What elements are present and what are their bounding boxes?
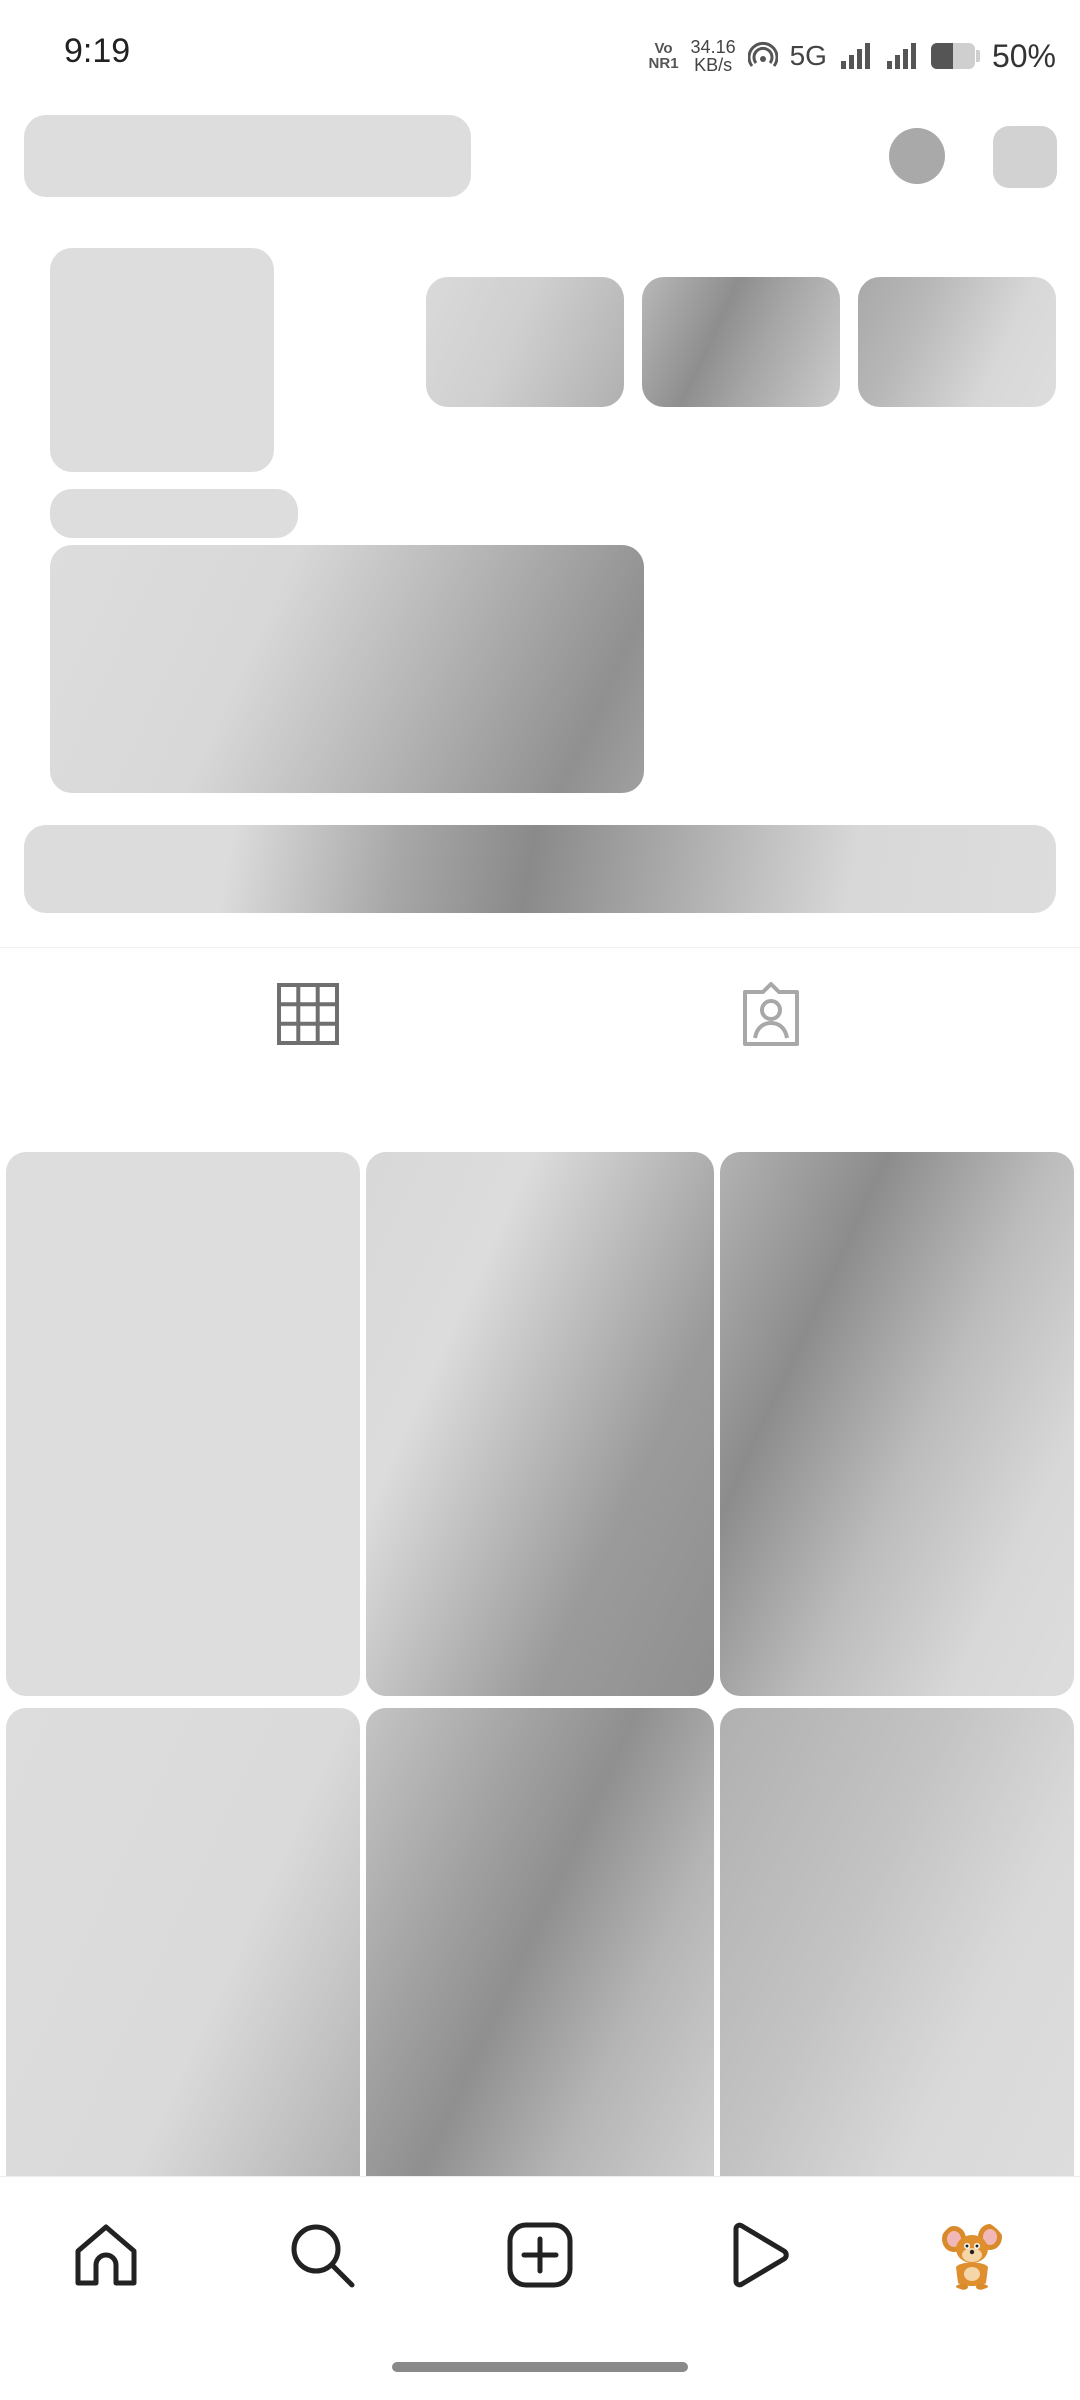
post-tile-placeholder[interactable] xyxy=(720,1708,1074,2178)
home-icon xyxy=(75,2224,137,2286)
search-icon xyxy=(291,2224,355,2288)
nav-reels[interactable] xyxy=(718,2215,798,2295)
battery-icon xyxy=(930,43,980,69)
edit-profile-button-placeholder[interactable] xyxy=(24,825,1056,913)
status-bar: 9:19 Vo NR1 34.16 KB/s 5G 50% xyxy=(0,0,1080,112)
signal-icon-sim1 xyxy=(840,43,870,69)
post-tile-placeholder[interactable] xyxy=(366,1152,714,1696)
grid-icon xyxy=(277,983,339,1045)
nav-home[interactable] xyxy=(66,2215,146,2295)
username-placeholder xyxy=(24,115,471,197)
tab-grid[interactable] xyxy=(268,978,348,1050)
avatar-placeholder xyxy=(50,248,274,472)
cartoon-mouse-avatar-icon xyxy=(936,2219,1008,2291)
tab-tagged[interactable] xyxy=(731,978,811,1050)
signal-icon-sim2 xyxy=(886,43,916,69)
stat-placeholder-followers xyxy=(642,277,840,407)
network-type: 5G xyxy=(789,40,827,71)
network-speed: 34.16 KB/s xyxy=(690,37,736,75)
bio-placeholder xyxy=(50,545,644,793)
profile-avatar xyxy=(936,2219,1008,2291)
header-action-placeholder-1[interactable] xyxy=(889,128,945,184)
stat-placeholder-posts xyxy=(426,277,624,407)
post-tile-placeholder[interactable] xyxy=(366,1708,714,2178)
battery-percentage: 50% xyxy=(991,37,1056,74)
bottom-navigation xyxy=(0,2176,1080,2337)
profile-loading-screen: 9:19 Vo NR1 34.16 KB/s 5G 50% xyxy=(0,0,1080,2400)
create-post-icon xyxy=(507,2222,573,2288)
home-gesture-bar[interactable] xyxy=(392,2362,688,2372)
name-placeholder xyxy=(50,489,298,538)
stat-placeholder-following xyxy=(858,277,1056,407)
post-tile-placeholder[interactable] xyxy=(6,1152,360,1696)
post-tile-placeholder[interactable] xyxy=(6,1708,360,2178)
hotspot-icon xyxy=(747,41,778,67)
nav-profile[interactable] xyxy=(932,2215,1012,2295)
nav-search[interactable] xyxy=(282,2215,362,2295)
post-tile-placeholder[interactable] xyxy=(720,1152,1074,1696)
reels-icon xyxy=(733,2222,789,2288)
nav-create[interactable] xyxy=(500,2215,580,2295)
tagged-person-icon xyxy=(743,982,799,1046)
tabs-divider xyxy=(0,947,1080,948)
volte-indicator: Vo NR1 xyxy=(648,40,679,72)
status-time: 9:19 xyxy=(64,32,131,70)
status-icons: Vo NR1 34.16 KB/s 5G 50% xyxy=(649,30,1056,82)
header-action-placeholder-2[interactable] xyxy=(993,126,1057,188)
battery-fill xyxy=(930,43,953,69)
